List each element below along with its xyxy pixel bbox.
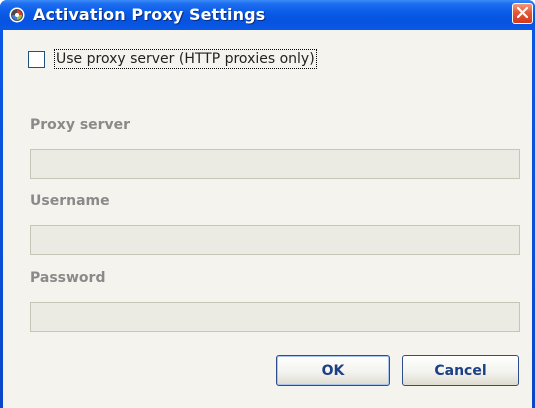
username-input[interactable] [30, 225, 520, 255]
close-button[interactable] [512, 3, 533, 24]
window-title: Activation Proxy Settings [33, 5, 266, 24]
use-proxy-checkbox[interactable] [28, 50, 45, 68]
cancel-button[interactable]: Cancel [402, 355, 519, 386]
dialog-window: Activation Proxy Settings Use proxy serv… [0, 0, 535, 408]
title-bar[interactable]: Activation Proxy Settings [0, 0, 535, 30]
app-swirl-icon [9, 7, 25, 23]
password-input[interactable] [30, 302, 520, 332]
password-label: Password [30, 270, 106, 286]
proxy-server-label: Proxy server [30, 117, 131, 133]
username-label: Username [30, 193, 110, 209]
proxy-server-input[interactable] [30, 149, 520, 179]
ok-button[interactable]: OK [276, 355, 390, 386]
use-proxy-row[interactable]: Use proxy server (HTTP proxies only) [28, 49, 317, 69]
close-icon [516, 4, 529, 23]
dialog-client-area [3, 30, 532, 408]
use-proxy-label[interactable]: Use proxy server (HTTP proxies only) [54, 49, 317, 69]
